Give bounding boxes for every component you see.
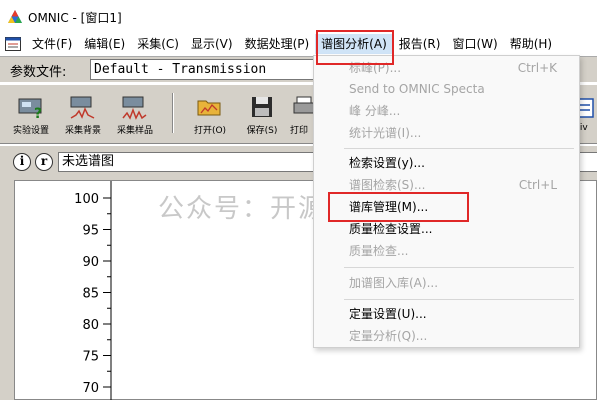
- title-bar: OMNIC - [窗口1]: [0, 0, 597, 34]
- collect-sample-label: 采集样品: [116, 126, 153, 136]
- highlight-library-manager: [328, 192, 469, 222]
- menu-item-quant-setup[interactable]: 定量设置(U)...: [314, 304, 579, 324]
- menu-separator: [344, 267, 574, 268]
- collect-background-icon: [70, 96, 95, 119]
- window-system-icon[interactable]: [5, 37, 21, 51]
- y-tick-label: 95: [82, 224, 99, 239]
- menu-window[interactable]: 窗口(W): [446, 34, 503, 54]
- highlight-analyze-menu: [316, 30, 394, 65]
- menu-item-quantify[interactable]: 定量分析(Q)...: [314, 326, 579, 346]
- y-tick-label: 85: [82, 287, 99, 302]
- menu-item-text: 质量检查设置...: [349, 222, 433, 236]
- omnic-logo-icon: [8, 10, 22, 23]
- parameter-file-label: 参数文件:: [10, 65, 67, 80]
- menu-help[interactable]: 帮助(H): [504, 34, 558, 54]
- menu-item-statistical-spectra[interactable]: 统计光谱(I)...: [314, 123, 579, 143]
- y-axis: 100 95 90 85 80 75 70: [74, 192, 111, 396]
- open-button[interactable]: 打开(O): [185, 91, 235, 136]
- svg-text:?: ?: [34, 106, 42, 121]
- menu-report[interactable]: 报告(R): [393, 34, 447, 54]
- menu-separator: [344, 148, 574, 149]
- print-label: 打印: [289, 126, 308, 136]
- parameter-file-field[interactable]: Default - Transmission: [90, 59, 330, 80]
- menu-item-qc-setup[interactable]: 质量检查设置...: [314, 219, 579, 239]
- y-tick-label: 100: [74, 192, 99, 207]
- open-folder-icon: [197, 100, 221, 116]
- open-label: 打开(O): [193, 126, 227, 136]
- experiment-setup-icon: ?: [18, 98, 42, 121]
- menu-item-text: 定量设置(U)...: [349, 307, 427, 321]
- y-tick-label: 80: [82, 318, 99, 333]
- menu-view[interactable]: 显示(V): [185, 34, 239, 54]
- save-disk-icon: [252, 97, 272, 117]
- collect-sample-icon: [122, 96, 147, 120]
- menu-item-text: 定量分析(Q)...: [349, 329, 428, 343]
- y-tick-label: 70: [82, 381, 99, 396]
- menu-item-qc-compare[interactable]: 质量检查...: [314, 241, 579, 261]
- print-button[interactable]: 打印: [283, 91, 315, 136]
- menu-bar: 文件(F) 编辑(E) 采集(C) 显示(V) 数据处理(P) 谱图分析(A) …: [0, 34, 597, 54]
- menu-edit[interactable]: 编辑(E): [78, 34, 131, 54]
- experiment-setup-label: 实验设置: [12, 126, 49, 136]
- menu-process[interactable]: 数据处理(P): [239, 34, 316, 54]
- menu-collect[interactable]: 采集(C): [131, 34, 185, 54]
- menu-item-text: Send to OMNIC Specta: [349, 82, 485, 96]
- menu-item-add-to-library[interactable]: 加谱图入库(A)...: [314, 273, 579, 293]
- menu-item-text: 质量检查...: [349, 244, 409, 258]
- window-title: OMNIC - [窗口1]: [28, 10, 122, 25]
- menu-item-peak-resolve[interactable]: 峰 分峰...: [314, 101, 579, 121]
- menu-item-text: 加谱图入库(A)...: [349, 276, 439, 290]
- menu-item-text: 检索设置(y)...: [349, 156, 425, 170]
- menu-item-search-setup[interactable]: 检索设置(y)...: [314, 153, 579, 173]
- y-tick-label: 90: [82, 255, 99, 270]
- collect-background-button[interactable]: 采集背景: [58, 91, 108, 136]
- menu-separator: [344, 299, 574, 300]
- info-button[interactable]: i: [13, 153, 31, 171]
- toolbar-separator: [172, 93, 174, 133]
- menu-item-text: 统计光谱(I)...: [349, 126, 422, 140]
- menu-item-shortcut: Ctrl+K: [517, 61, 557, 75]
- menu-item-send-to-specta[interactable]: Send to OMNIC Specta: [314, 79, 579, 99]
- menu-file[interactable]: 文件(F): [26, 34, 78, 54]
- y-tick-label: 75: [82, 350, 99, 365]
- save-label: 保存(S): [246, 126, 278, 136]
- reference-button[interactable]: r: [35, 153, 53, 171]
- save-button[interactable]: 保存(S): [237, 91, 287, 136]
- experiment-setup-button[interactable]: ? 实验设置: [6, 91, 56, 136]
- menu-item-text: 峰 分峰...: [349, 104, 401, 118]
- menu-item-shortcut: Ctrl+L: [518, 178, 557, 192]
- print-icon: [293, 96, 314, 114]
- collect-background-label: 采集背景: [64, 126, 101, 136]
- collect-sample-button[interactable]: 采集样品: [110, 91, 160, 136]
